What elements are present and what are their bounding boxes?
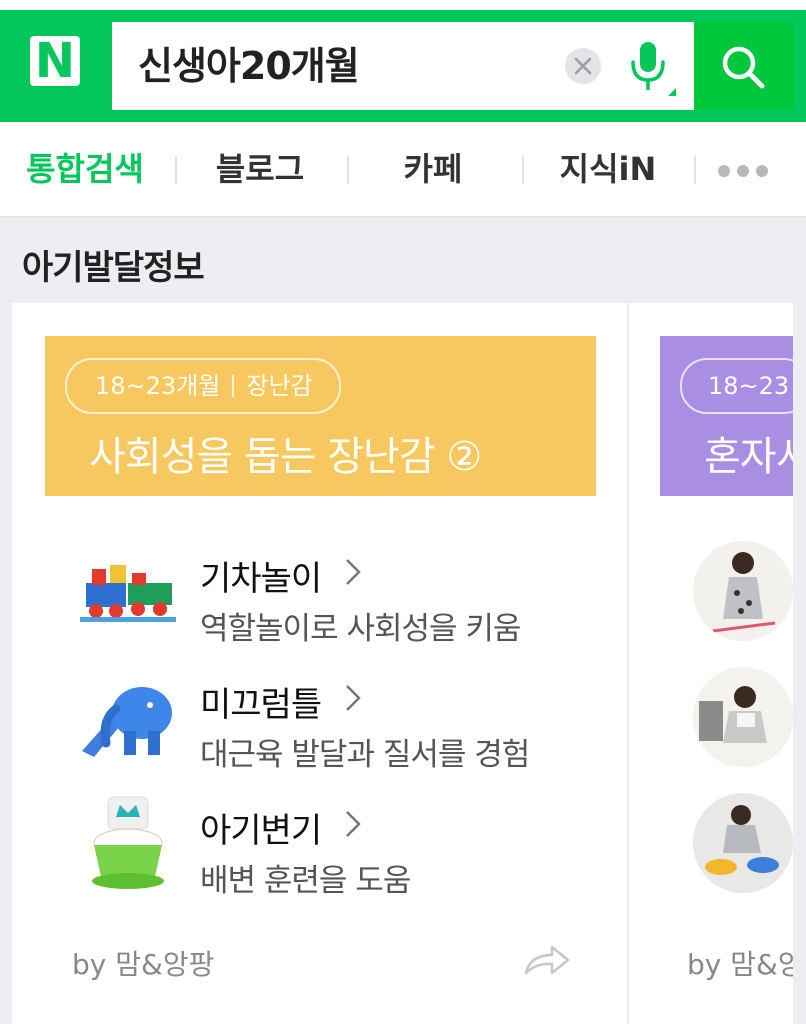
search-box[interactable]: 신생아20개월 (112, 22, 694, 110)
item-title: 기차놀이 (200, 559, 322, 599)
chevron-right-icon (346, 685, 361, 711)
banner-title: 혼자서 (704, 434, 793, 480)
child-photo[interactable] (693, 793, 793, 893)
item-title: 아기변기 (200, 811, 322, 851)
source-label: by 맘&앙팡 (72, 948, 215, 981)
card-banner[interactable]: 18~23개월 장난감 사회성을 돕는 장난감 ② (45, 336, 596, 496)
baby-info-card-next: 18~23 혼자서 by 맘&앙 (629, 303, 793, 1024)
tab-knowledge-in[interactable]: 지식iN (546, 122, 670, 216)
banner-title: 사회성을 돕는 장난감 ② (89, 434, 482, 480)
age-range-label: 18~23개월 (95, 372, 221, 400)
category-label: 장난감 (246, 372, 313, 400)
baby-info-card: 18~23개월 장난감 사회성을 돕는 장난감 ② 기차놀이 역할놀이로 사회성을… (12, 303, 627, 1024)
tab-divider (175, 156, 177, 184)
card-banner[interactable]: 18~23 혼자서 (660, 336, 793, 496)
child-photo[interactable] (693, 667, 793, 767)
list-item-train[interactable]: 기차놀이 역할놀이로 사회성을 키움 (72, 543, 592, 653)
section-title: 아기발달정보 (22, 248, 205, 288)
tab-divider (694, 156, 696, 184)
tab-divider (522, 156, 524, 184)
category-chip: 18~23 (680, 358, 793, 414)
toy-train-image (80, 565, 176, 622)
source-label: by 맘&앙 (687, 948, 793, 981)
search-button[interactable] (694, 22, 794, 110)
potty-image (92, 796, 164, 889)
age-range-label: 18~23 (708, 372, 790, 400)
search-tabs: 통합검색 블로그 카페 지식iN (0, 122, 806, 217)
item-title: 미끄럼틀 (200, 685, 322, 725)
chevron-right-icon (346, 559, 361, 585)
mic-icon[interactable] (620, 38, 676, 98)
naver-logo[interactable]: N (30, 36, 80, 86)
toy-slide-image (82, 687, 172, 757)
clear-icon[interactable] (565, 48, 601, 84)
share-icon[interactable] (522, 939, 572, 979)
item-description: 역할놀이로 사회성을 키움 (200, 611, 521, 647)
child-photo[interactable] (693, 541, 793, 641)
more-icon[interactable] (718, 162, 778, 177)
search-input[interactable]: 신생아20개월 (138, 22, 360, 110)
list-item-slide[interactable]: 미끄럼틀 대근육 발달과 질서를 경험 (72, 669, 592, 779)
chevron-right-icon (346, 811, 361, 837)
item-description: 대근육 발달과 질서를 경험 (200, 737, 530, 773)
search-icon (722, 46, 765, 89)
category-chip: 18~23개월 장난감 (65, 358, 341, 414)
tab-integrated-search[interactable]: 통합검색 (20, 122, 150, 216)
item-description: 배변 훈련을 도움 (200, 863, 411, 899)
list-item-potty[interactable]: 아기변기 배변 훈련을 도움 (72, 795, 592, 905)
tab-cafe[interactable]: 카페 (373, 122, 493, 216)
top-bar: N 신생아20개월 (0, 0, 806, 122)
tab-blog[interactable]: 블로그 (200, 122, 320, 216)
tab-divider (347, 156, 349, 184)
